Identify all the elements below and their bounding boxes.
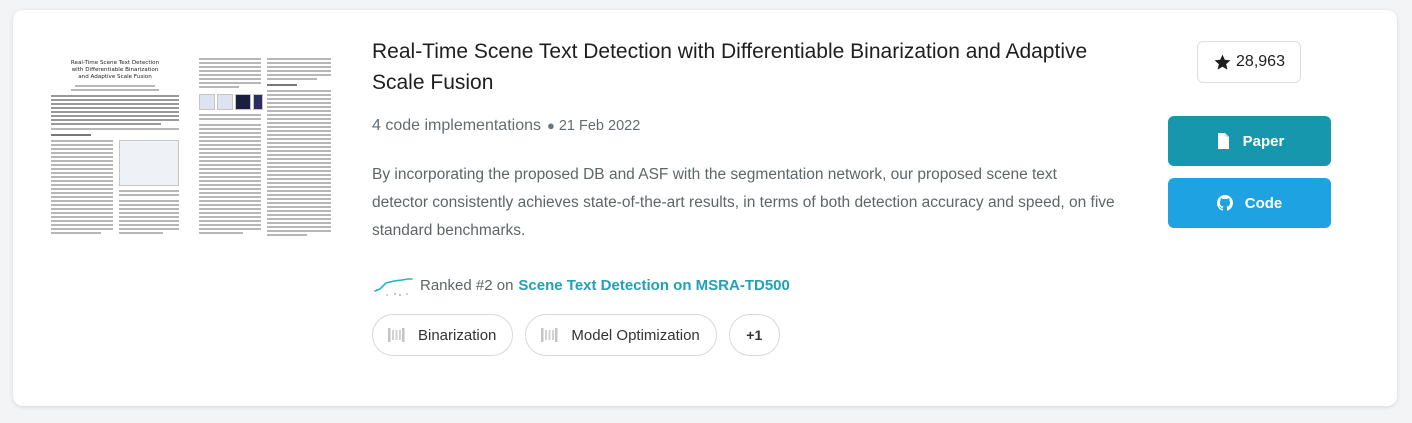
separator-dot: ● xyxy=(546,118,555,133)
github-icon xyxy=(1216,195,1233,211)
ranking-text: Ranked #2 on xyxy=(420,276,514,294)
paper-meta: 4 code implementations ● 21 Feb 2022 xyxy=(372,117,640,135)
tag-label: Binarization xyxy=(418,326,497,344)
implementations-count[interactable]: 4 code implementations xyxy=(372,117,541,134)
tag-label: Model Optimization xyxy=(571,326,700,344)
paper-button[interactable]: Paper xyxy=(1168,116,1331,166)
tag-model-optimization[interactable]: Model Optimization xyxy=(525,314,717,356)
paper-thumbnail[interactable]: Real-Time Scene Text Detection with Diff… xyxy=(45,54,335,246)
task-icon xyxy=(541,328,558,342)
file-icon xyxy=(1217,133,1229,149)
task-icon xyxy=(388,328,405,342)
code-button-label: Code xyxy=(1244,194,1283,212)
star-icon xyxy=(1214,54,1231,70)
sparkline-icon xyxy=(374,278,413,296)
ranking-row: Ranked #2 on Scene Text Detection on MSR… xyxy=(372,269,790,301)
ranking-task-link[interactable]: Scene Text Detection on MSRA-TD500 xyxy=(518,277,789,294)
more-tags-button[interactable]: +1 xyxy=(728,314,780,356)
task-tags: Binarization Model Optimization +1 xyxy=(372,314,780,356)
paper-card: Real-Time Scene Text Detection with Diff… xyxy=(13,10,1397,406)
tag-binarization[interactable]: Binarization xyxy=(372,314,514,356)
paper-abstract: By incorporating the proposed DB and ASF… xyxy=(372,166,1115,239)
code-button[interactable]: Code xyxy=(1168,178,1331,228)
paper-title[interactable]: Real-Time Scene Text Detection with Diff… xyxy=(372,36,1092,98)
thumbnail-title: Real-Time Scene Text Detection with Diff… xyxy=(70,60,160,80)
thumbnail-page-2 xyxy=(195,54,335,246)
thumbnail-page-1: Real-Time Scene Text Detection with Diff… xyxy=(45,54,185,246)
star-count: 28,963 xyxy=(1236,53,1285,70)
paper-button-label: Paper xyxy=(1242,132,1285,150)
paper-date: 21 Feb 2022 xyxy=(558,118,641,134)
github-stars: 28,963 xyxy=(1197,41,1301,83)
